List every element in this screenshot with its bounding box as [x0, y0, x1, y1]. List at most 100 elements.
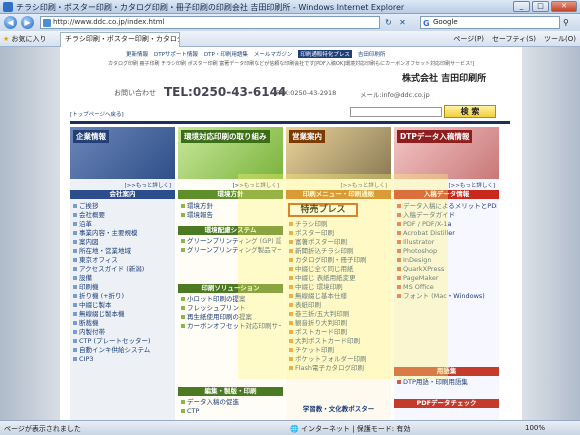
list-item[interactable]: 事業内容・主要規模	[73, 229, 173, 238]
favorites-label: お気に入り	[11, 35, 47, 43]
zoom-level[interactable]: 100%	[525, 424, 545, 432]
back-icon[interactable]: ◀	[4, 16, 17, 29]
list-item[interactable]: Flash電子カタログ印刷	[289, 364, 389, 373]
list-item[interactable]: 沿革	[73, 220, 173, 229]
list-item[interactable]: グリーンプリンティング (GP) 認定工場	[181, 237, 281, 246]
list-item[interactable]: 中綴じ全て同じ用紙	[289, 265, 389, 274]
stop-icon[interactable]: ✕	[397, 17, 408, 28]
email-link[interactable]: メール:info@ddc.co.jp	[360, 89, 430, 99]
section-heading: 会社案内	[70, 190, 175, 199]
list-item[interactable]: Illustrator	[397, 238, 497, 247]
list-item[interactable]: カタログ印刷・冊子印刷	[289, 256, 389, 265]
topnav-link[interactable]: メールマガジン	[254, 50, 293, 58]
topnav-link[interactable]: 印刷通販特化プレス	[298, 50, 352, 58]
list-item[interactable]: ご挨拶	[73, 202, 173, 211]
list-item[interactable]: 無線綴じ基本仕様	[289, 292, 389, 301]
list-item[interactable]: Photoshop	[397, 247, 497, 256]
list-item[interactable]: 再生紙使用印刷の提案	[181, 313, 281, 322]
list-item[interactable]: 入稿データガイド	[397, 211, 497, 220]
list-item[interactable]: 断裁機	[73, 319, 173, 328]
viewport: 更新情報 DTPサポート情報 DTP・印刷用語集 メールマガジン 印刷通販特化プレス 吉田…	[0, 47, 580, 420]
url-field[interactable]: http://www.ddc.co.jp/index.html	[40, 16, 380, 29]
more-link[interactable]: [>>もっと詳しく]	[124, 181, 171, 189]
list-item[interactable]: フォント (Mac・Windows)	[397, 292, 497, 301]
list-item[interactable]: ポストカード印刷	[289, 328, 389, 337]
list-item[interactable]: 中綴じ 環境印刷	[289, 283, 389, 292]
list-item[interactable]: 表紙印刷	[289, 301, 389, 310]
maximize-button[interactable]: □	[532, 1, 549, 12]
list-item[interactable]: 会社概要	[73, 211, 173, 220]
list-item[interactable]: ポスター印刷	[289, 229, 389, 238]
banner-dtp[interactable]: DTPデータ入稿情報	[394, 127, 499, 179]
list-item[interactable]: InDesign	[397, 256, 497, 265]
list-item[interactable]: 小ロット印刷の提案	[181, 295, 281, 304]
list-item[interactable]: 無線綴じ製本機	[73, 310, 173, 319]
list-item[interactable]: 東京オフィス	[73, 256, 173, 265]
site-search-button[interactable]: 検 索	[444, 105, 496, 118]
toolbar-menu[interactable]: ページ(P)	[453, 34, 484, 44]
list-item[interactable]: QuarkXPress	[397, 265, 497, 274]
toolbar-menu[interactable]: セーフティ(S)	[492, 34, 536, 44]
list-item[interactable]: 巻三折/五大判印刷	[289, 310, 389, 319]
list-item[interactable]: 環境報告	[181, 211, 281, 220]
list-item[interactable]: 富著ポスター印刷	[289, 238, 389, 247]
forward-icon[interactable]: ▶	[21, 16, 34, 29]
list-item[interactable]: 設備	[73, 274, 173, 283]
list-item[interactable]: 折り機 (+折り)	[73, 292, 173, 301]
banner-environment[interactable]: 環境対応印刷の取り組み	[178, 127, 283, 179]
refresh-icon[interactable]: ↻	[383, 17, 394, 28]
topnav-link[interactable]: DTPサポート情報	[154, 50, 198, 58]
list-item[interactable]: 内製付帯	[73, 328, 173, 337]
more-link[interactable]: [>>もっと詳しく]	[232, 181, 279, 189]
topnav-link[interactable]: 吉田印刷所	[358, 50, 386, 58]
minimize-button[interactable]: _	[513, 1, 530, 12]
list-item[interactable]: Acrobat Distiller	[397, 229, 497, 238]
list-item[interactable]: ポケットフォルダー印刷	[289, 355, 389, 364]
list-item[interactable]: 案内図	[73, 238, 173, 247]
topnav-link[interactable]: DTP・印刷用語集	[204, 50, 248, 58]
search-icon[interactable]: ⚲	[563, 17, 574, 28]
list-item[interactable]: データ入稿の促進	[181, 398, 281, 407]
more-link[interactable]: [>>もっと詳しく]	[448, 181, 495, 189]
list-item[interactable]: 自動インキ供給システム	[73, 346, 173, 355]
list-item[interactable]: データ入稿によるメリットとPDF入稿について【1 2 3】	[397, 202, 497, 211]
list-item[interactable]: DTP用語・印刷用語集	[397, 378, 497, 387]
banner-sales[interactable]: 営業案内	[286, 127, 391, 179]
close-button[interactable]: ✕	[551, 1, 577, 12]
favorites-button[interactable]: ★ お気に入り	[3, 34, 47, 44]
search-input[interactable]: G Google	[420, 16, 560, 29]
list-item[interactable]: PDF / PDF/X-1a	[397, 220, 497, 229]
list-item[interactable]: CTP (プレートセッター)	[73, 337, 173, 346]
list-item[interactable]: チラシ印刷	[289, 220, 389, 229]
list-item[interactable]: 大判ポストカード印刷	[289, 337, 389, 346]
status-bar: ページが表示されました 🌐 インターネット | 保護モード: 有効 100%	[0, 420, 580, 435]
dtp-list: データ入稿によるメリットとPDF入稿について【1 2 3】入稿データガイドPDF…	[397, 202, 497, 301]
list-item[interactable]: カーボンオフセット対応印刷サービス	[181, 322, 281, 331]
list-item[interactable]: フレッシュプリント	[181, 304, 281, 313]
list-item[interactable]: 新聞折込チラシ印刷	[289, 247, 389, 256]
topnav-link[interactable]: 更新情報	[126, 50, 148, 58]
breadcrumb[interactable]: [トップページへ戻る]	[70, 110, 124, 118]
list-item[interactable]: 環境方針	[181, 202, 281, 211]
list-item[interactable]: チケット印刷	[289, 346, 389, 355]
contact-label: お問い合わせ	[114, 89, 156, 97]
list-item[interactable]: 印刷機	[73, 283, 173, 292]
poster-link[interactable]: 学習教・文化教ポスター	[286, 405, 391, 414]
list-item[interactable]: 所在地・営業地域	[73, 247, 173, 256]
browser-tab[interactable]: チラシ印刷・ポスター印刷・カタログ印刷・冊子...	[60, 32, 180, 47]
list-item[interactable]: 中綴じ製本	[73, 301, 173, 310]
toolbar-menu[interactable]: ツール(O)	[544, 34, 576, 44]
site-search-input[interactable]	[350, 107, 442, 117]
list-item[interactable]: アクセスガイド (新潟)	[73, 265, 173, 274]
tel-number: TEL:0250-43-6144	[164, 85, 287, 99]
banner-company[interactable]: 企業情報	[70, 127, 175, 179]
more-link[interactable]: [>>もっと詳しく]	[340, 181, 387, 189]
list-item[interactable]: CIP3	[73, 355, 173, 364]
list-item[interactable]: 観音折り大判印刷	[289, 319, 389, 328]
list-item[interactable]: グリーンプリンティング製品マーク (GP製品マーク)	[181, 246, 281, 255]
list-item[interactable]: 中綴じ 表紙用紙変更	[289, 274, 389, 283]
list-item[interactable]: CTP	[181, 407, 281, 416]
tokubai-press-banner[interactable]: 特売プレス	[288, 203, 358, 217]
list-item[interactable]: PageMaker	[397, 274, 497, 283]
list-item[interactable]: MS Office	[397, 283, 497, 292]
